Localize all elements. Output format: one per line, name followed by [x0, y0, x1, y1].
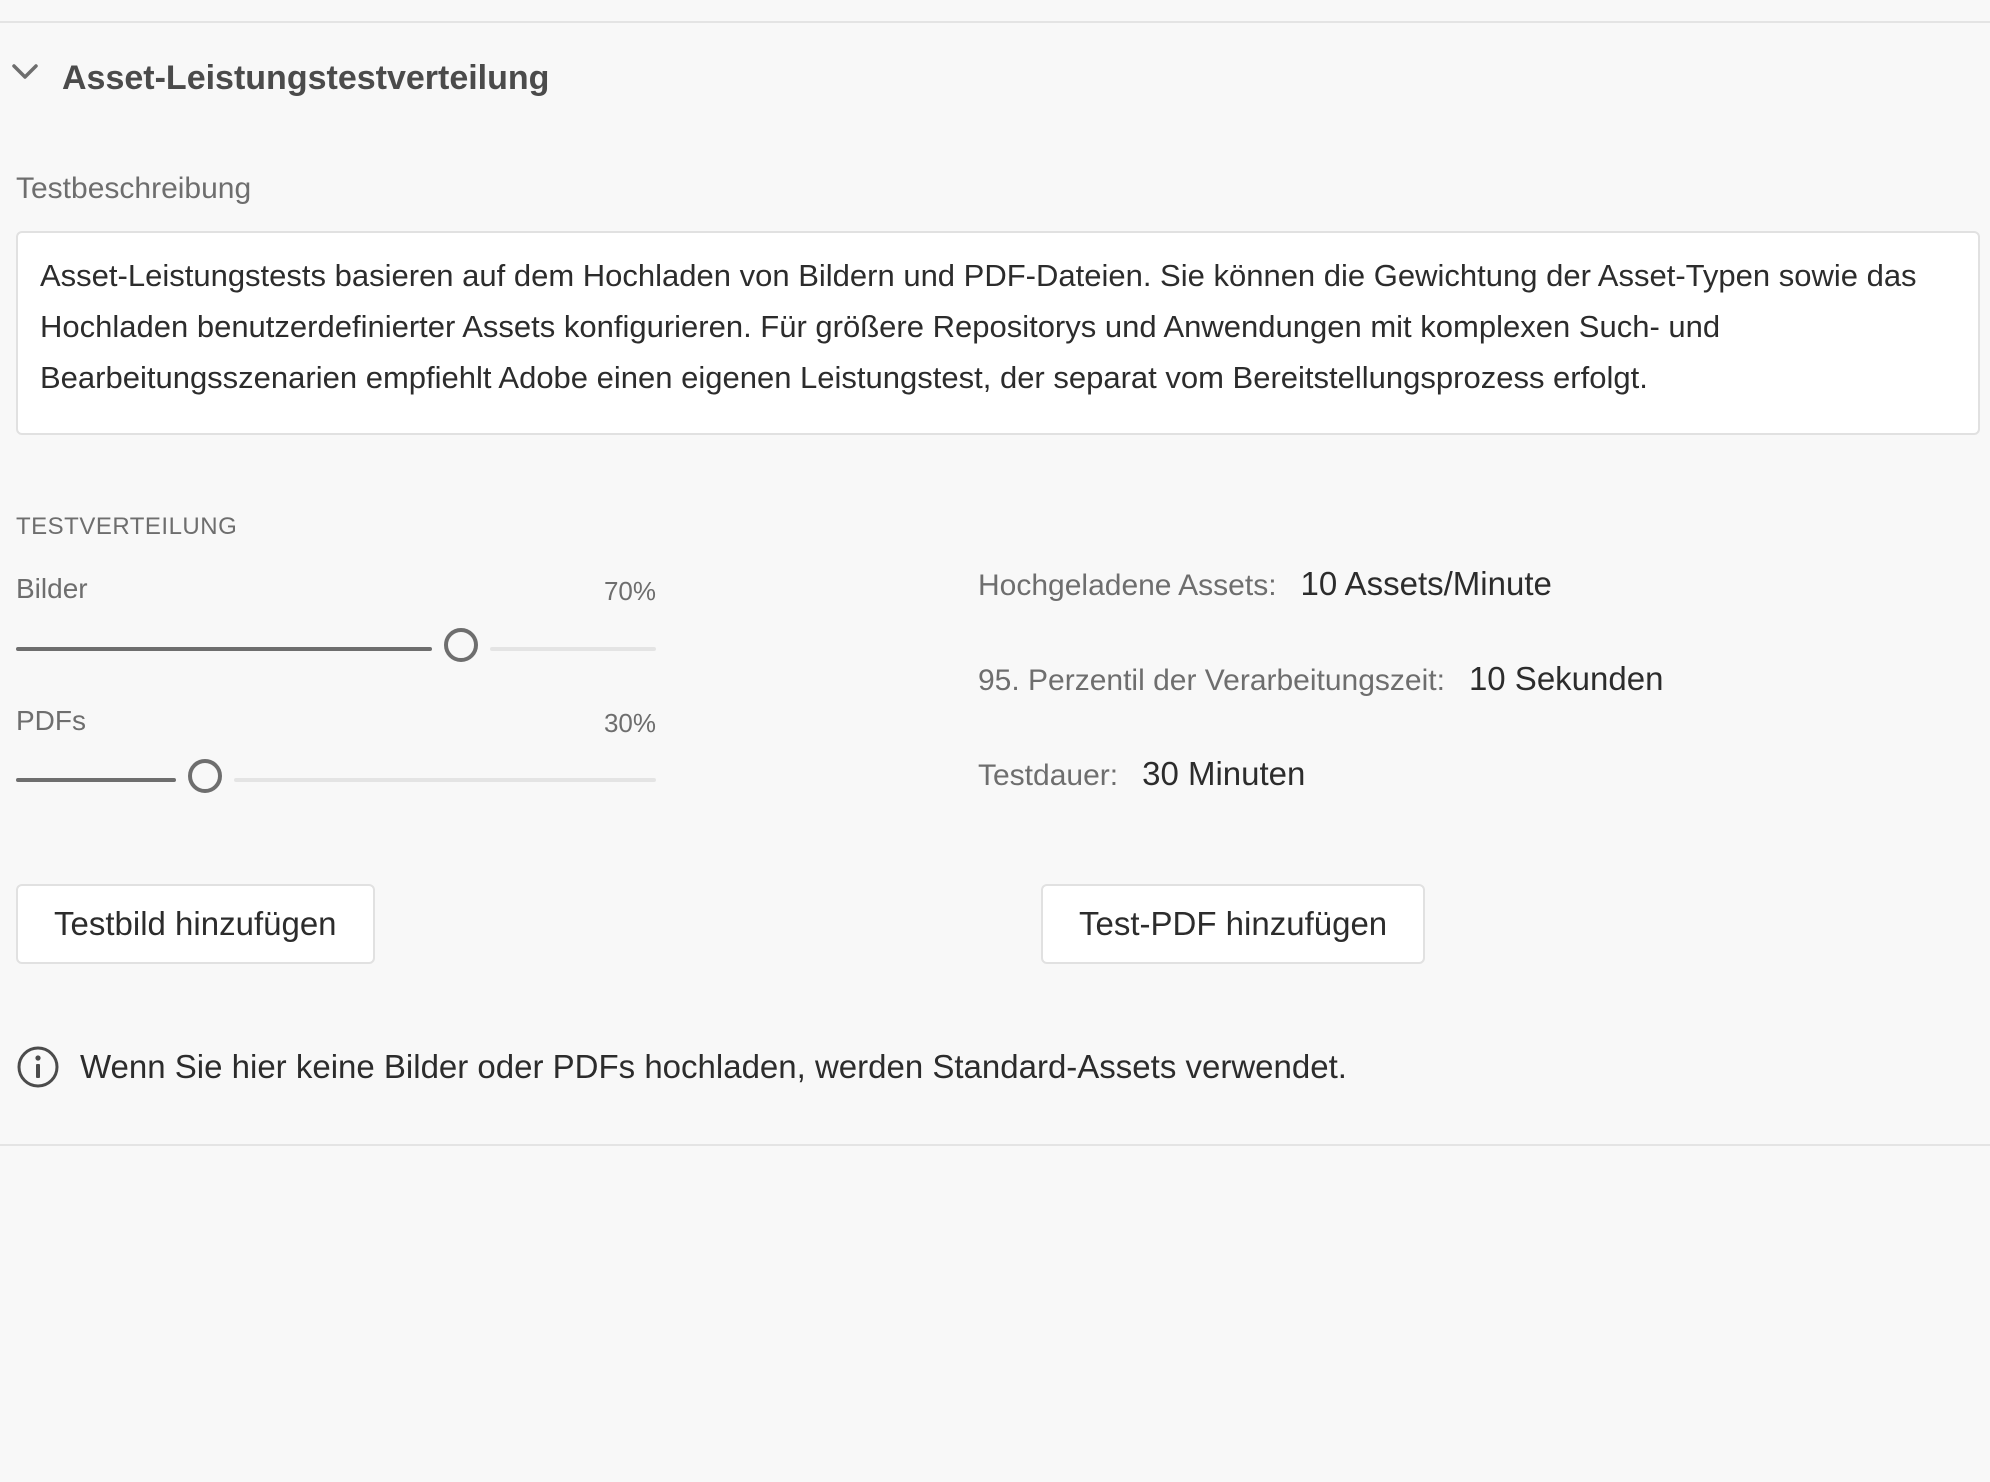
images-slider-fill — [16, 647, 432, 651]
images-slider-value: 70% — [603, 576, 656, 606]
stat-percentile-value: 10 Sekunden — [1468, 660, 1664, 697]
stat-duration: Testdauer: 30 Minuten — [978, 755, 1305, 793]
section-title: Asset-Leistungstestverteilung — [62, 58, 550, 97]
bottom-divider — [0, 1144, 1990, 1146]
pdfs-slider-label: PDFs — [16, 705, 86, 736]
images-slider-label: Bilder — [16, 573, 88, 604]
distribution-heading: TESTVERTEILUNG — [16, 513, 238, 540]
stat-percentile: 95. Perzentil der Verarbeitungszeit: 10 … — [978, 660, 1663, 698]
description-field[interactable]: Asset-Leistungstests basieren auf dem Ho… — [16, 231, 1980, 435]
images-slider-track — [490, 647, 656, 651]
pdfs-slider-handle[interactable] — [188, 759, 222, 793]
stat-uploaded-value: 10 Assets/Minute — [1300, 565, 1552, 602]
pdfs-slider-fill — [16, 778, 176, 782]
pdfs-slider-track — [234, 778, 656, 782]
pdfs-slider[interactable] — [16, 757, 656, 803]
info-text: Wenn Sie hier keine Bilder oder PDFs hoc… — [80, 1048, 1347, 1085]
info-icon — [16, 1045, 60, 1089]
stat-duration-label: Testdauer: — [978, 759, 1119, 792]
description-label: Testbeschreibung — [16, 172, 252, 205]
info-notice: Wenn Sie hier keine Bilder oder PDFs hoc… — [16, 1045, 1347, 1089]
stat-percentile-label: 95. Perzentil der Verarbeitungszeit: — [978, 664, 1445, 697]
stat-uploaded-label: Hochgeladene Assets: — [978, 569, 1277, 602]
add-test-image-button[interactable]: Testbild hinzufügen — [16, 884, 375, 964]
top-divider — [0, 21, 1990, 23]
stat-uploaded-assets: Hochgeladene Assets: 10 Assets/Minute — [978, 565, 1552, 603]
section-toggle[interactable]: Asset-Leistungstestverteilung — [10, 50, 549, 106]
stat-duration-value: 30 Minuten — [1142, 755, 1306, 792]
images-slider-handle[interactable] — [444, 628, 478, 662]
images-slider[interactable] — [16, 626, 656, 672]
chevron-down-icon — [10, 57, 40, 87]
add-test-pdf-button[interactable]: Test-PDF hinzufügen — [1041, 884, 1426, 964]
pdfs-slider-value: 30% — [603, 708, 656, 738]
